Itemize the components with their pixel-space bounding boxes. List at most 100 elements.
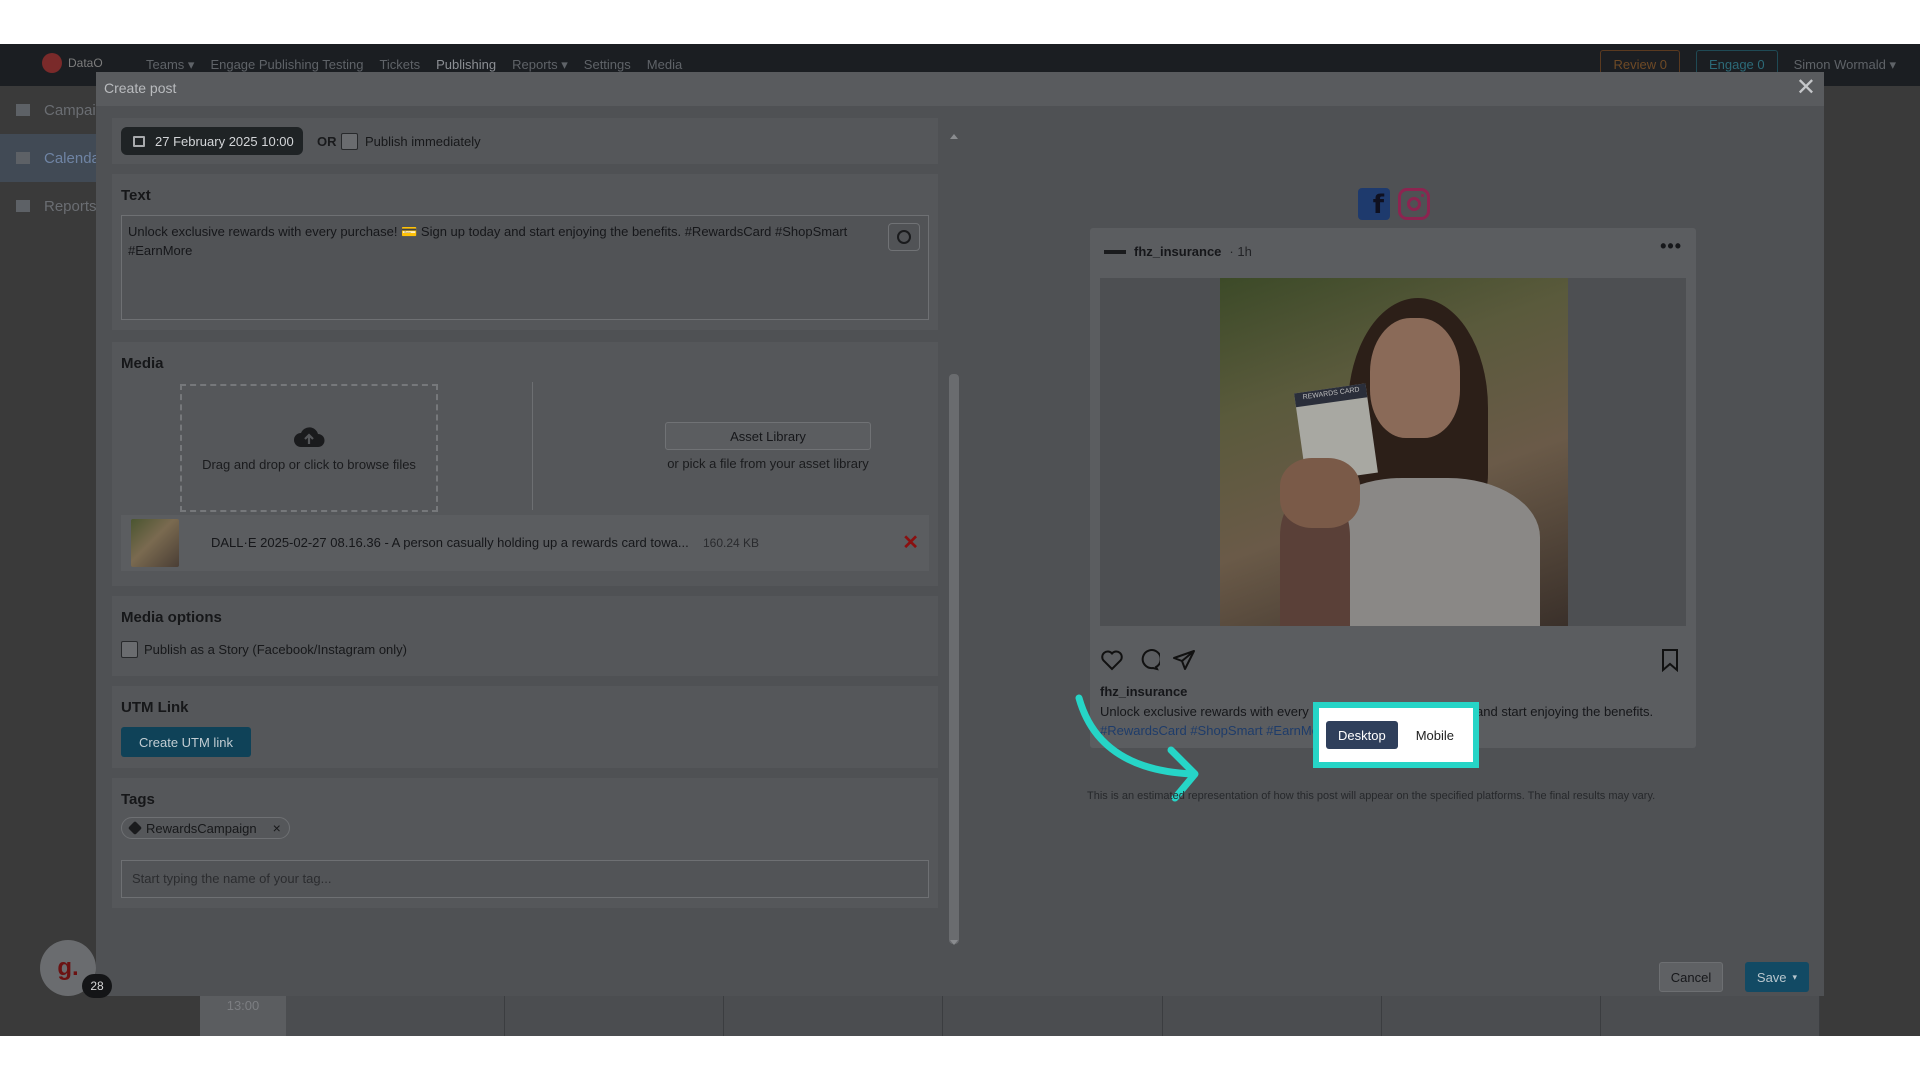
post-preview-card: fhz_insurance · 1h ••• REWARDS CARD fhz_… <box>1090 228 1696 748</box>
modal-title: Create post <box>104 80 177 96</box>
tag-icon <box>127 820 143 836</box>
tag-label: RewardsCampaign <box>146 820 257 836</box>
post-text-input[interactable]: Unlock exclusive rewards with every purc… <box>121 215 929 320</box>
sidebar-item-reports[interactable]: Reports <box>0 182 100 230</box>
comment-icon <box>1141 649 1160 671</box>
calendar-cell[interactable] <box>286 994 506 1036</box>
asset-library-hint: or pick a file from your asset library <box>667 456 869 471</box>
calendar-cell[interactable] <box>943 994 1163 1036</box>
dropzone-text: Drag and drop or click to browse files <box>202 456 416 472</box>
instagram-icon[interactable] <box>1398 188 1430 220</box>
close-icon[interactable]: ✕ <box>1796 74 1816 102</box>
tag-input-placeholder: Start typing the name of your tag... <box>132 871 332 886</box>
publish-as-story-label: Publish as a Story (Facebook/Instagram o… <box>144 642 408 657</box>
text-panel: Text Unlock exclusive rewards with every… <box>112 174 938 330</box>
nav-item-reports[interactable]: Reports ▾ <box>512 57 568 73</box>
save-label: Save <box>1756 969 1787 985</box>
preview-username: fhz_insurance <box>1134 244 1222 259</box>
rewards-card-text: REWARDS CARD <box>1302 386 1361 402</box>
schedule-panel: 27 February 2025 10:00 OR Publish immedi… <box>112 118 938 164</box>
main-nav: Teams ▾ Engage Publishing Testing Ticket… <box>146 57 682 73</box>
megaphone-icon <box>16 104 30 116</box>
sidebar-item-label: Reports <box>44 197 97 215</box>
preview-header: fhz_insurance · 1h <box>1104 244 1252 259</box>
cloud-upload-icon <box>294 426 325 447</box>
view-mode-toggle: Desktop Mobile <box>1313 702 1479 768</box>
calendar-cell[interactable] <box>1163 994 1382 1036</box>
preview-image-area: REWARDS CARD <box>1100 278 1686 626</box>
platform-icons: f <box>1358 188 1430 220</box>
preview-actions <box>1100 648 1196 672</box>
modal-footer: Cancel Save ▾ <box>96 956 1824 996</box>
sidebar-item-label: Calendar <box>44 149 100 167</box>
preview-time: · 1h <box>1229 244 1252 259</box>
logo-icon <box>42 53 62 73</box>
facebook-icon[interactable]: f <box>1358 188 1390 220</box>
account-logo <box>1104 249 1126 254</box>
or-label: OR <box>317 134 337 149</box>
save-button[interactable]: Save ▾ <box>1745 962 1809 992</box>
file-size: 160.24 KB <box>703 536 760 550</box>
nav-item-engage-publishing-testing[interactable]: Engage Publishing Testing <box>210 57 363 73</box>
tag-chip: RewardsCampaign × <box>121 817 290 839</box>
modal-header: Create post ✕ <box>96 72 1824 106</box>
scroll-up-icon[interactable] <box>950 134 958 139</box>
calendar-cell[interactable] <box>1382 994 1601 1036</box>
calendar-icon <box>16 152 30 164</box>
image-face <box>1370 318 1460 438</box>
asset-library-button[interactable]: Asset Library <box>665 422 871 450</box>
sidebar-item-calendar[interactable]: Calendar <box>0 134 100 182</box>
brand-logo[interactable]: DataO <box>42 53 103 73</box>
remove-tag-icon[interactable]: × <box>273 820 281 836</box>
more-options-icon[interactable]: ••• <box>1660 236 1682 257</box>
calendar-cell[interactable] <box>724 994 944 1036</box>
heart-icon <box>1101 650 1123 671</box>
nav-item-tickets[interactable]: Tickets <box>379 57 420 73</box>
section-title: Media <box>121 355 164 372</box>
media-options-panel: Media options Publish as a Story (Facebo… <box>112 596 938 676</box>
tag-input[interactable]: Start typing the name of your tag... <box>121 860 929 898</box>
scroll-thumb[interactable] <box>949 374 959 944</box>
publish-immediately-label: Publish immediately <box>365 134 481 149</box>
file-thumbnail <box>131 519 179 567</box>
post-image: REWARDS CARD <box>1220 278 1568 626</box>
sidebar-item-campaigns[interactable]: Campaigns <box>0 86 100 134</box>
media-panel: Media Drag and drop or click to browse f… <box>112 342 938 586</box>
nav-item-settings[interactable]: Settings <box>584 57 631 73</box>
notification-count-badge: 28 <box>82 974 112 998</box>
nav-item-publishing[interactable]: Publishing <box>436 57 496 73</box>
publish-immediately-checkbox[interactable] <box>341 133 358 150</box>
create-utm-link-button[interactable]: Create UTM link <box>121 727 251 757</box>
calendar-icon <box>133 135 145 147</box>
app-screen: DataO Teams ▾ Engage Publishing Testing … <box>0 44 1920 1036</box>
bookmark-icon <box>1662 649 1678 672</box>
form-scrollbar[interactable] <box>947 134 961 946</box>
schedule-date-button[interactable]: 27 February 2025 10:00 <box>121 127 303 155</box>
schedule-date-label: 27 February 2025 10:00 <box>155 133 294 149</box>
user-menu[interactable]: Simon Wormald ▾ <box>1794 57 1896 73</box>
nav-item-teams[interactable]: Teams ▾ <box>146 57 194 73</box>
calendar-cell[interactable] <box>1601 994 1820 1036</box>
post-text-value: Unlock exclusive rewards with every purc… <box>128 224 848 258</box>
desktop-view-button[interactable]: Desktop <box>1326 721 1398 749</box>
image-hand <box>1280 458 1360 528</box>
brand-name: DataO <box>68 56 103 70</box>
file-dropzone[interactable]: Drag and drop or click to browse files <box>180 384 438 512</box>
calendar-time-label: 13:00 <box>200 994 286 1036</box>
section-title: Media options <box>121 609 222 626</box>
chevron-down-icon: ▾ <box>1792 971 1798 982</box>
divider <box>532 382 533 510</box>
section-title: Text <box>121 187 151 204</box>
preview-disclaimer: This is an estimated representation of h… <box>1087 790 1656 802</box>
help-widget-letter: g. <box>57 954 79 981</box>
nav-item-media[interactable]: Media <box>647 57 682 73</box>
remove-file-icon[interactable]: ✕ <box>902 530 919 555</box>
calendar-cell[interactable] <box>505 994 725 1036</box>
emoji-picker-button[interactable] <box>888 223 920 251</box>
mobile-view-button[interactable]: Mobile <box>1403 721 1466 749</box>
uploaded-file-row: DALL·E 2025-02-27 08.16.36 - A person ca… <box>121 515 929 571</box>
publish-as-story-checkbox[interactable] <box>121 641 138 658</box>
cancel-button[interactable]: Cancel <box>1659 962 1723 992</box>
section-title: UTM Link <box>121 699 189 716</box>
scroll-down-icon[interactable] <box>950 940 958 945</box>
